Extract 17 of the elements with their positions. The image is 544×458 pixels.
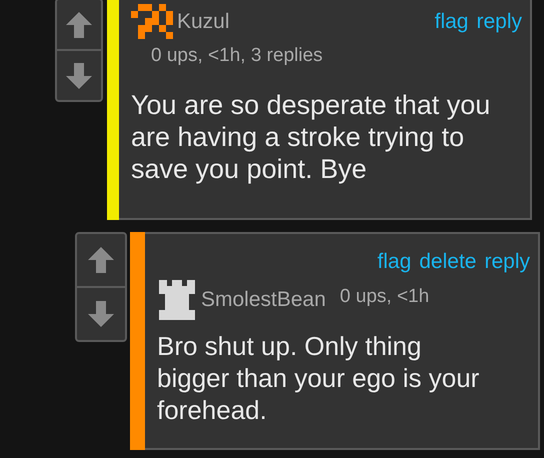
action-link[interactable]: flag <box>434 10 468 34</box>
username[interactable]: Kuzul <box>177 10 230 34</box>
up-arrow-icon <box>88 247 114 273</box>
action-link[interactable]: reply <box>484 250 530 274</box>
comment-text: Bro shut up. Only thing bigger than your ego is your forehead. <box>157 330 480 426</box>
action-link[interactable]: delete <box>419 250 476 274</box>
action-link[interactable]: reply <box>476 10 522 34</box>
pixel-avatar-icon <box>131 4 173 39</box>
action-link[interactable]: flag <box>377 250 412 274</box>
tower-icon <box>157 280 197 320</box>
username[interactable]: SmolestBean <box>201 288 326 312</box>
down-arrow-icon <box>66 62 92 88</box>
comment-text: You are so desperate that you are having a stroke trying to save you point. Bye <box>131 89 492 185</box>
comment-meta: 0 ups, <1h <box>340 286 430 308</box>
up-arrow-icon <box>66 12 92 38</box>
comment-meta: 0 ups, <1h, 3 replies <box>151 45 323 66</box>
down-arrow-icon <box>88 301 114 327</box>
